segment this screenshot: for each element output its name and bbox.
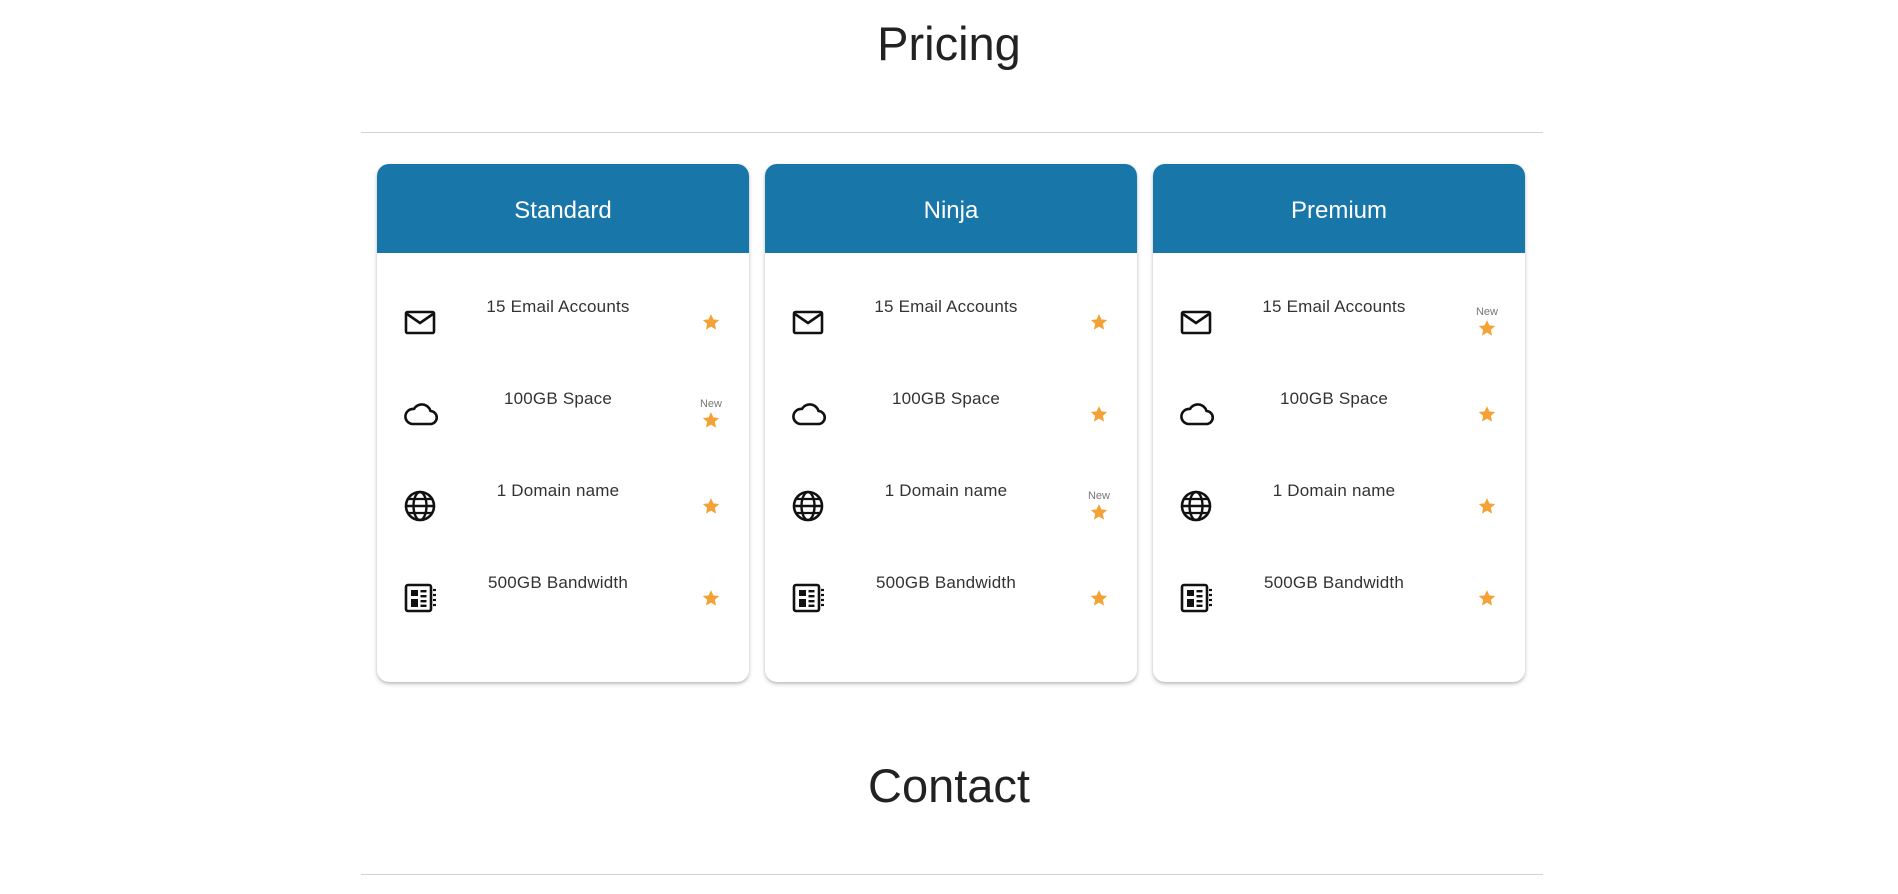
feature-row: 500GB Bandwidth	[1153, 557, 1525, 649]
feature-badge	[1081, 588, 1117, 608]
feature-row: 15 Email Accounts	[765, 281, 1137, 373]
star-icon	[1469, 318, 1505, 338]
feature-list: 15 Email Accounts 100GB Space 1 Domain nam…	[765, 253, 1137, 649]
feature-label: 500GB Bandwidth	[487, 573, 629, 592]
feature-badge	[693, 496, 729, 516]
cloud-icon	[401, 395, 439, 433]
feature-row: 100GB Space	[1153, 373, 1525, 465]
pricing-title: Pricing	[877, 17, 1021, 70]
feature-label: 100GB Space	[1279, 389, 1389, 408]
feature-badge: New	[1081, 490, 1117, 522]
feature-row: 1 Domain name New	[765, 465, 1137, 557]
feature-label: 1 Domain name	[496, 481, 620, 500]
new-badge-label: New	[1087, 490, 1110, 502]
pricing-card-premium: Premium 15 Email Accounts New 100GB Space 1 …	[1153, 164, 1525, 682]
globe-icon	[401, 487, 439, 525]
new-badge-label: New	[699, 398, 722, 410]
feature-badge	[1081, 312, 1117, 332]
bandwidth-icon	[789, 579, 827, 617]
email-icon	[1177, 303, 1215, 341]
cloud-icon	[1177, 395, 1215, 433]
feature-row: 15 Email Accounts New	[1153, 281, 1525, 373]
feature-row: 15 Email Accounts	[377, 281, 749, 373]
star-icon	[1081, 502, 1117, 522]
feature-label: 500GB Bandwidth	[1263, 573, 1405, 592]
feature-badge: New	[1469, 306, 1505, 338]
feature-label: 15 Email Accounts	[486, 297, 630, 316]
feature-badge: New	[693, 398, 729, 430]
star-icon	[1469, 496, 1505, 516]
pricing-cards: Standard 15 Email Accounts 100GB Space New 1…	[377, 164, 1525, 682]
feature-row: 500GB Bandwidth	[377, 557, 749, 649]
contact-divider	[361, 874, 1543, 875]
feature-row: 100GB Space	[765, 373, 1137, 465]
feature-badge	[1469, 588, 1505, 608]
pricing-card-standard: Standard 15 Email Accounts 100GB Space New 1…	[377, 164, 749, 682]
feature-row: 1 Domain name	[377, 465, 749, 557]
feature-row: 1 Domain name	[1153, 465, 1525, 557]
star-icon	[1469, 404, 1505, 424]
feature-label: 1 Domain name	[884, 481, 1008, 500]
star-icon	[1469, 588, 1505, 608]
feature-label: 100GB Space	[503, 389, 613, 408]
pricing-card-ninja: Ninja 15 Email Accounts 100GB Space 1 Domai…	[765, 164, 1137, 682]
plan-name: Standard	[377, 164, 749, 253]
bandwidth-icon	[401, 579, 439, 617]
feature-row: 500GB Bandwidth	[765, 557, 1137, 649]
feature-badge	[1469, 496, 1505, 516]
feature-list: 15 Email Accounts 100GB Space New 1 Domain …	[377, 253, 749, 649]
email-icon	[789, 303, 827, 341]
globe-icon	[1177, 487, 1215, 525]
new-badge-label: New	[1475, 306, 1498, 318]
feature-badge	[693, 312, 729, 332]
email-icon	[401, 303, 439, 341]
bandwidth-icon	[1177, 579, 1215, 617]
feature-row: 100GB Space New	[377, 373, 749, 465]
contact-title: Contact	[868, 759, 1030, 812]
star-icon	[1081, 404, 1117, 424]
cloud-icon	[789, 395, 827, 433]
globe-icon	[789, 487, 827, 525]
plan-name: Ninja	[765, 164, 1137, 253]
feature-label: 15 Email Accounts	[874, 297, 1018, 316]
feature-label: 1 Domain name	[1272, 481, 1396, 500]
feature-badge	[693, 588, 729, 608]
star-icon	[693, 588, 729, 608]
star-icon	[693, 312, 729, 332]
page: Pricing Standard 15 Email Accounts 100GB S…	[0, 0, 1898, 894]
feature-badge	[1469, 404, 1505, 424]
star-icon	[693, 410, 729, 430]
star-icon	[1081, 588, 1117, 608]
feature-list: 15 Email Accounts New 100GB Space 1 Domain …	[1153, 253, 1525, 649]
feature-badge	[1081, 404, 1117, 424]
feature-label: 15 Email Accounts	[1262, 297, 1406, 316]
plan-name: Premium	[1153, 164, 1525, 253]
feature-label: 500GB Bandwidth	[875, 573, 1017, 592]
star-icon	[1081, 312, 1117, 332]
pricing-divider	[361, 132, 1543, 133]
feature-label: 100GB Space	[891, 389, 1001, 408]
star-icon	[693, 496, 729, 516]
